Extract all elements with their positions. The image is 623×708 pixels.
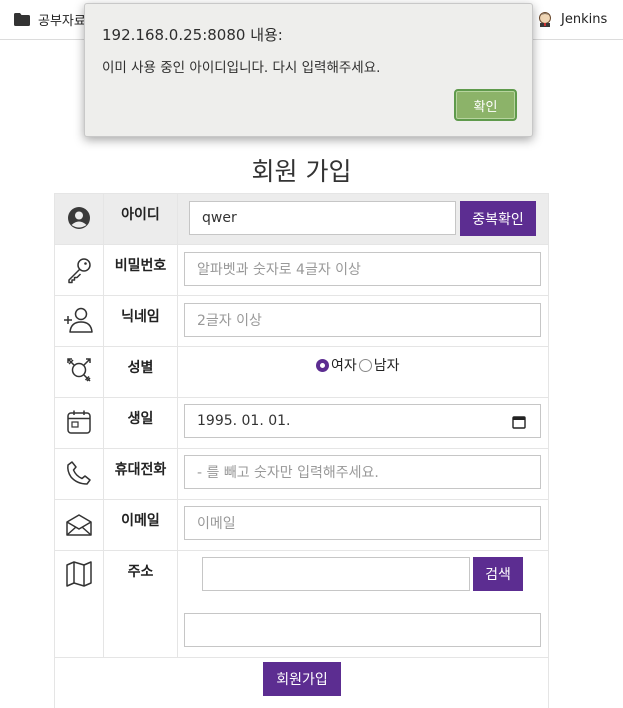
form-row-gender: 성별 [54, 346, 549, 398]
gender-label: 성별 [127, 360, 154, 376]
calendar-icon [67, 410, 91, 434]
signup-submit-button[interactable]: 회원가입 [263, 662, 341, 696]
calendar-picker-icon[interactable] [512, 415, 526, 429]
bookmark-folder-study[interactable]: 공부자료 [14, 10, 86, 29]
id-input[interactable]: qwer [189, 201, 456, 235]
phone-label: 휴대전화 [114, 462, 167, 478]
bookmark-jenkins-label: Jenkins [561, 11, 608, 27]
gender-radio-group: 여자 남자 [316, 355, 400, 375]
phone-input[interactable]: - 를 빼고 숫자만 입력해주세요. [184, 455, 541, 489]
gender-female-radio[interactable] [316, 358, 329, 372]
dialog-ok-button[interactable]: 확인 [454, 89, 517, 121]
password-input[interactable]: 알파벳과 숫자로 4글자 이상 [184, 252, 541, 286]
page-title: 회원 가입 [251, 157, 352, 186]
birthday-label: 생일 [127, 411, 154, 427]
dialog-message: 이미 사용 중인 아이디입니다. 다시 입력해주세요. [102, 60, 381, 76]
folder-icon [14, 13, 30, 26]
email-input[interactable]: 이메일 [184, 506, 541, 540]
gender-male-label[interactable]: 남자 [374, 355, 400, 375]
gender-male-radio[interactable] [358, 358, 372, 372]
key-icon [68, 258, 91, 284]
gender-female-label[interactable]: 여자 [331, 355, 357, 375]
address-search-button[interactable]: 검색 [473, 557, 523, 591]
gender-icon [67, 358, 91, 382]
nickname-label: 닉네임 [121, 309, 160, 325]
nickname-input[interactable]: 2글자 이상 [184, 303, 541, 337]
email-label: 이메일 [121, 513, 160, 529]
address-label: 주소 [127, 564, 154, 580]
bookmark-jenkins[interactable]: Jenkins [537, 11, 607, 27]
phone-icon [67, 461, 91, 485]
birthday-value: 1995. 01. 01. [197, 413, 291, 429]
dialog-title: 192.168.0.25:8080 내용: [102, 26, 283, 44]
map-icon [66, 561, 92, 587]
password-label: 비밀번호 [114, 258, 167, 274]
jenkins-icon [539, 12, 551, 27]
alert-dialog: 192.168.0.25:8080 내용: 이미 사용 중인 아이디입니다. 다… [84, 3, 533, 137]
birthday-input[interactable]: 1995. 01. 01. [184, 404, 541, 438]
bookmark-folder-label: 공부자료 [38, 14, 86, 29]
id-label: 아이디 [121, 207, 160, 223]
add-person-icon [64, 307, 93, 333]
user-circle-icon [68, 207, 90, 229]
address-detail-input[interactable] [184, 613, 541, 647]
envelope-icon [66, 514, 92, 536]
address-postcode-input[interactable] [202, 557, 470, 591]
id-check-button[interactable]: 중복확인 [460, 201, 536, 236]
